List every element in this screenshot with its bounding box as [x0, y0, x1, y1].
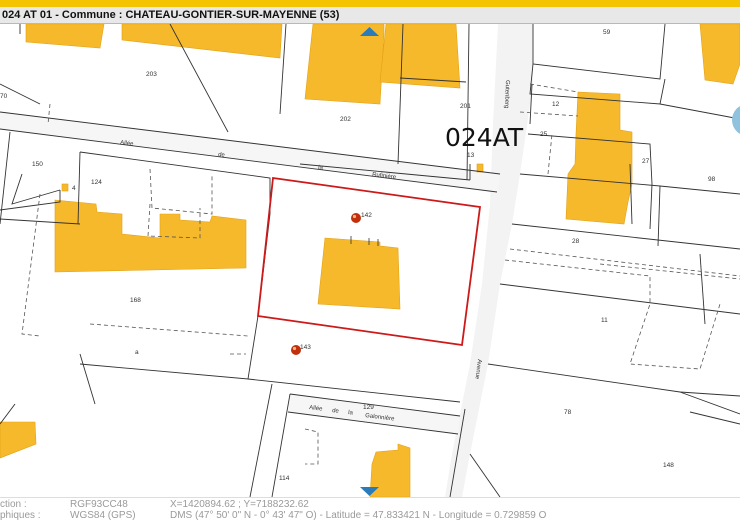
footer-label-2: phiques : — [0, 510, 41, 521]
title-bar: 024 AT 01 - Commune : CHATEAU-GONTIER-SU… — [0, 7, 740, 24]
street-word-gutenberg: Gutenberg — [503, 80, 510, 109]
section-label: 024AT — [445, 123, 524, 152]
parcel-label-203: 203 — [146, 71, 157, 78]
parcel-label-25: 25 — [540, 131, 548, 138]
map-canvas[interactable]: 59 203 70 201 202 12 13 25 27 98 150 124… — [0, 24, 740, 497]
parcel-label-114: 114 — [279, 475, 290, 482]
parcel-label-124: 124 — [91, 179, 102, 186]
marker-label-142: 142 — [361, 212, 372, 219]
parcel-label-12: 12 — [552, 101, 560, 108]
parcel-label-201: 201 — [460, 103, 471, 110]
parcel-label-150: 150 — [32, 161, 43, 168]
footer-label-1: ction : — [0, 499, 27, 510]
page-title: 024 AT 01 - Commune : CHATEAU-GONTIER-SU… — [2, 9, 340, 21]
parcel-label-11: 11 — [601, 317, 608, 324]
parcel-label-59: 59 — [603, 29, 611, 36]
red-pin-icon[interactable] — [351, 213, 361, 223]
footer-projection-2: WGS84 (GPS) — [70, 510, 136, 521]
parcel-label-202: 202 — [340, 116, 351, 123]
coordinates-footer: ction : RGF93CC48 X=1420894.62 ; Y=71882… — [0, 497, 740, 521]
footer-projection-1: RGF93CC48 — [70, 499, 128, 510]
parcel-label-27: 27 — [642, 158, 650, 165]
marker-label-143: 143 — [300, 344, 311, 351]
parcel-label-28: 28 — [572, 238, 580, 245]
parcel-label-129: 129 — [363, 404, 374, 411]
footer-value-2: DMS (47° 50' 0" N - 0° 43' 47" O) - Lati… — [170, 510, 547, 521]
parcel-label-a: a — [135, 349, 139, 356]
parcel-label-13: 13 — [467, 152, 475, 159]
pin-highlight — [352, 214, 357, 219]
parcel-label-148: 148 — [663, 462, 674, 469]
parcel-label-70: 70 — [0, 93, 8, 100]
cadastral-map[interactable]: 59 203 70 201 202 12 13 25 27 98 150 124… — [0, 24, 740, 497]
parcel-label-168: 168 — [130, 297, 141, 304]
parcel-label-78: 78 — [564, 409, 572, 416]
parcel-label-4: 4 — [72, 185, 76, 192]
pin-highlight — [292, 346, 297, 351]
accent-bar — [0, 0, 740, 7]
parcel-label-98: 98 — [708, 176, 716, 183]
footer-value-1: X=1420894.62 ; Y=7188232.62 — [170, 499, 309, 510]
